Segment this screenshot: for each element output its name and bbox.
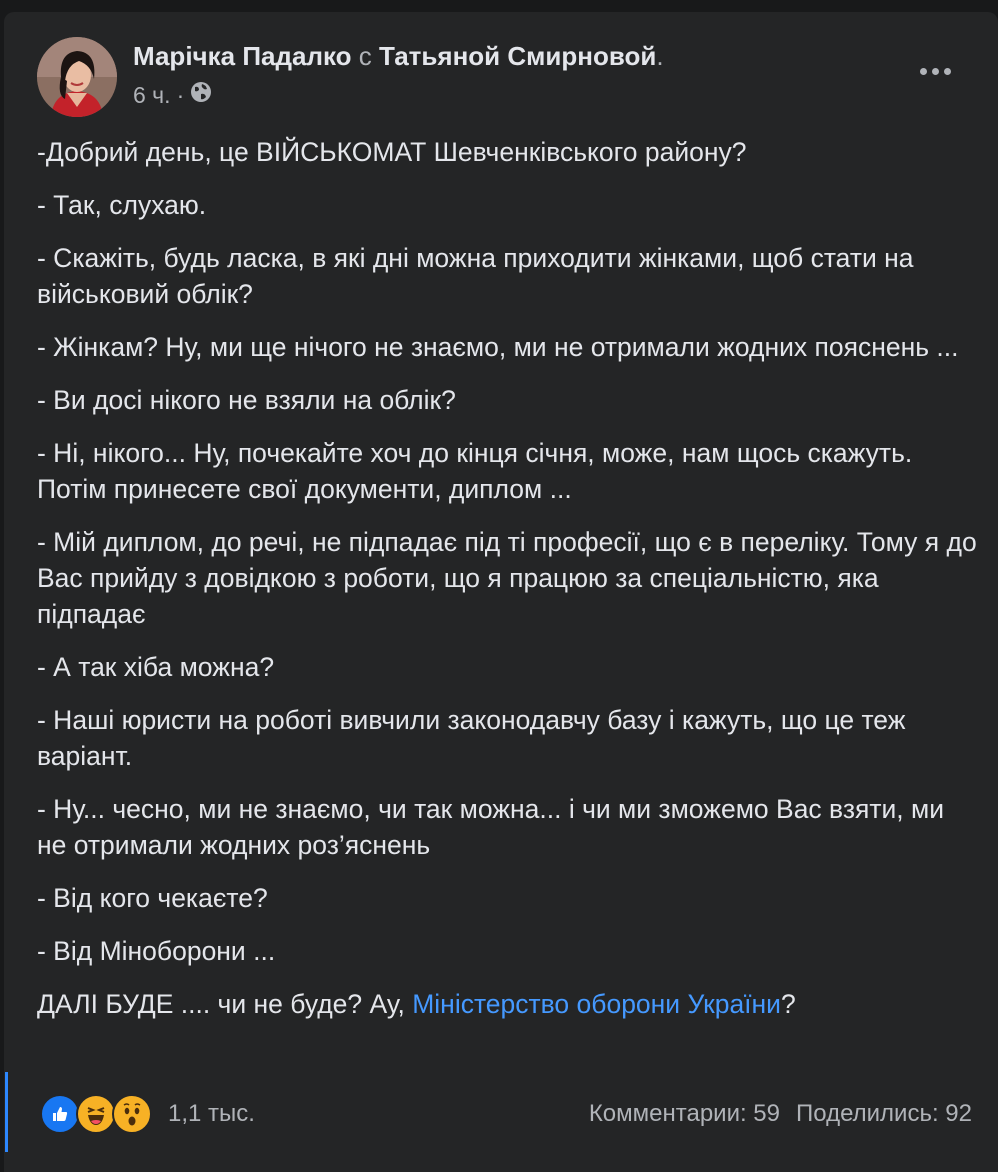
avatar-image <box>37 37 117 117</box>
post-paragraph: - А так хіба можна? <box>37 652 275 682</box>
tagged-person[interactable]: Татьяной Смирновой <box>379 41 656 71</box>
author-name[interactable]: Марічка Падалко <box>133 41 352 71</box>
author-avatar[interactable] <box>37 37 117 117</box>
meta-separator: · <box>176 82 185 108</box>
post-paragraph: - Мій диплом, до речі, не підпадає під т… <box>37 527 977 629</box>
post-paragraph: - Ні, нікого... Ну, почекайте хоч до кін… <box>37 438 913 504</box>
post-paragraph: - Від Міноборони ... <box>37 936 276 966</box>
page-mention-link[interactable]: Міністерство оборони України <box>412 989 781 1019</box>
comments-count[interactable]: Комментарии: 59 <box>589 1100 780 1128</box>
post-footer: 1,1 тыс. Комментарии: 59 Поделились: 92 <box>40 1094 972 1134</box>
final-text: ДАЛІ БУДЕ .... чи не буде? Ау, <box>37 989 413 1019</box>
post-paragraph: -Добрий день, це ВІЙСЬКОМАТ Шевченківськ… <box>37 137 747 167</box>
post-paragraph: - Скажіть, будь ласка, в які дні можна п… <box>37 243 914 309</box>
focus-indicator <box>5 1072 8 1152</box>
post-meta: 6 ч. · <box>133 80 212 110</box>
post-author-line: Марічка Падалко с Татьяной Смирновой. <box>133 40 664 72</box>
post-paragraph: - Так, слухаю. <box>37 190 207 220</box>
post-paragraph: - Наші юристи на роботі вивчили законода… <box>37 705 906 771</box>
dot-icon <box>943 67 951 75</box>
tagged-suffix: . <box>656 41 664 71</box>
post-final-paragraph: ДАЛІ БУДЕ .... чи не буде? Ау, Міністерс… <box>37 986 977 1022</box>
post-stats: Комментарии: 59 Поделились: 92 <box>589 1100 972 1128</box>
globe-icon[interactable] <box>190 80 212 110</box>
dot-icon <box>931 67 939 75</box>
post-options-button[interactable] <box>912 56 958 86</box>
post-body: -Добрий день, це ВІЙСЬКОМАТ Шевченківськ… <box>37 134 977 1039</box>
post-paragraph: - Ну... чесно, ми не знаємо, чи так можн… <box>37 794 945 860</box>
like-icon <box>40 1094 80 1134</box>
post-time[interactable]: 6 ч. <box>133 80 171 110</box>
haha-icon <box>76 1094 116 1134</box>
post-paragraph: - Жінкам? Ну, ми ще нічого не знаємо, ми… <box>37 332 959 362</box>
dot-icon <box>919 67 927 75</box>
wow-icon <box>112 1094 152 1134</box>
post-paragraph: - Ви досі нікого не взяли на облік? <box>37 385 456 415</box>
with-word: с <box>358 41 372 71</box>
post-paragraph: - Від кого чекаєте? <box>37 883 268 913</box>
reaction-count[interactable]: 1,1 тыс. <box>168 1100 255 1128</box>
reactions-summary[interactable]: 1,1 тыс. <box>40 1094 255 1134</box>
shares-count[interactable]: Поделились: 92 <box>796 1100 972 1128</box>
final-suffix: ? <box>780 989 796 1019</box>
